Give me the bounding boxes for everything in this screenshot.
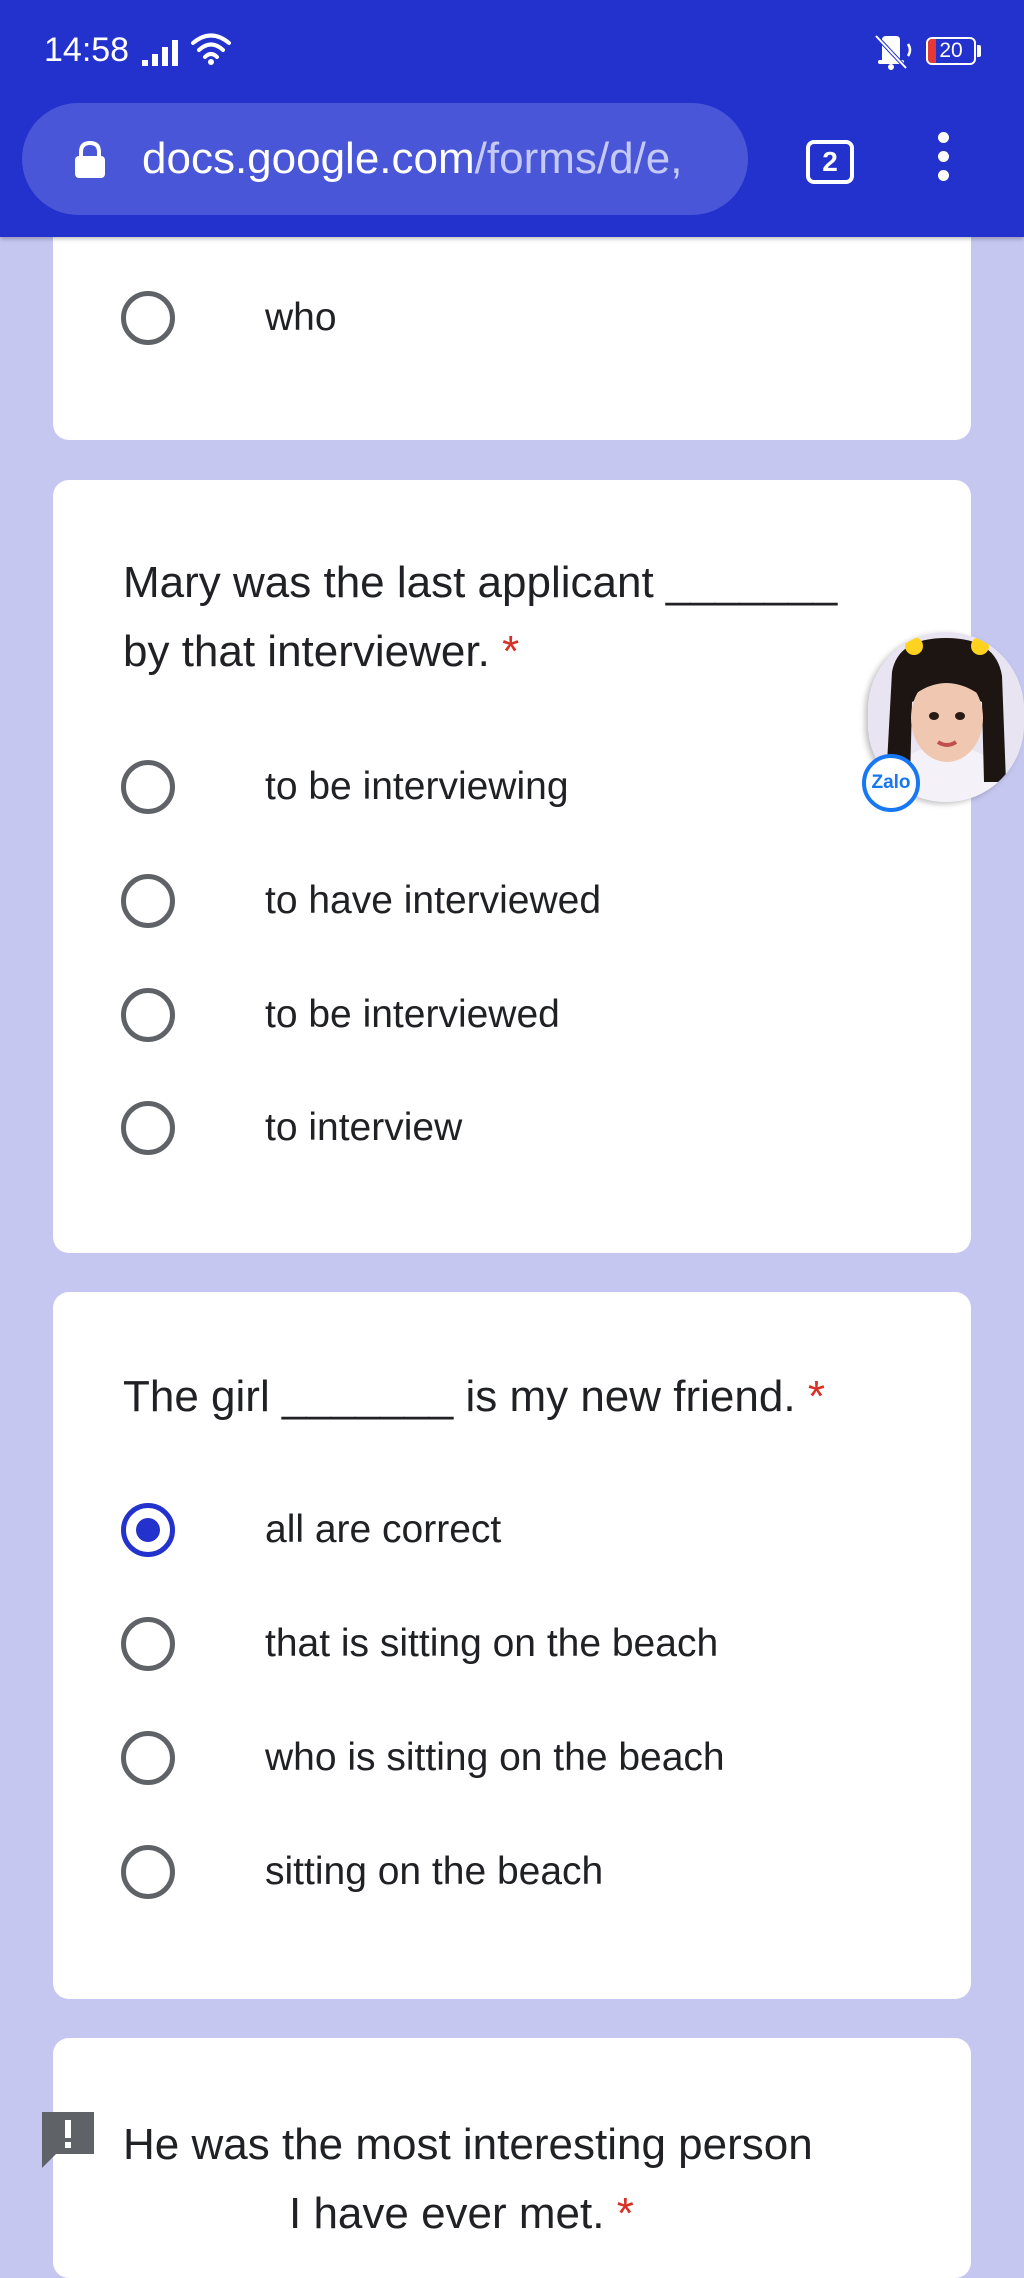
status-bar: 14:58 20 — [0, 0, 1024, 100]
radio-button[interactable] — [121, 1101, 175, 1155]
radio-button[interactable] — [121, 1845, 175, 1899]
question-title: The girl _______ is my new friend. * — [123, 1362, 923, 1431]
option-that-is-sitting[interactable]: that is sitting on the beach — [121, 1614, 881, 1674]
option-who[interactable]: who — [121, 288, 881, 348]
option-label: to be interviewed — [265, 993, 560, 1036]
lock-icon[interactable] — [74, 141, 106, 179]
question-card-interesting-person: He was the most interesting person I hav… — [53, 2038, 971, 2278]
required-asterisk: * — [807, 1372, 825, 1421]
radio-button[interactable] — [121, 988, 175, 1042]
question-card-girl: The girl _______ is my new friend. * all… — [53, 1292, 971, 1999]
radio-button[interactable] — [121, 760, 175, 814]
radio-button[interactable] — [121, 874, 175, 928]
option-label: who — [265, 296, 337, 339]
question-text-line2: by that interviewer. — [123, 627, 490, 676]
option-label: to interview — [265, 1106, 463, 1149]
question-text: The girl _______ is my new friend. — [123, 1372, 796, 1421]
question-text-line1: He was the most interesting person — [123, 2120, 813, 2169]
option-label: to be interviewing — [265, 765, 569, 808]
battery-indicator: 20 — [926, 37, 976, 65]
required-asterisk: * — [616, 2189, 634, 2238]
url-text[interactable]: docs.google.com/forms/d/e, — [142, 133, 738, 185]
option-sitting-on-the-beach[interactable]: sitting on the beach — [121, 1842, 881, 1902]
status-time: 14:58 — [44, 31, 130, 69]
report-issue-icon[interactable] — [38, 2108, 98, 2170]
zalo-chat-head[interactable]: Zalo — [862, 632, 1024, 812]
required-asterisk: * — [502, 627, 520, 676]
address-bar[interactable]: docs.google.com/forms/d/e, — [22, 103, 748, 215]
option-to-have-interviewed[interactable]: to have interviewed — [121, 871, 881, 931]
radio-button[interactable] — [121, 1617, 175, 1671]
url-host: docs.google.com — [142, 134, 475, 183]
option-label: to have interviewed — [265, 879, 602, 922]
question-title: Mary was the last applicant _______ by t… — [123, 548, 923, 686]
question-text-line2: I have ever met. — [289, 2189, 605, 2238]
option-label: that is sitting on the beach — [265, 1622, 719, 1665]
radio-button[interactable] — [121, 291, 175, 345]
option-label: all are correct — [265, 1508, 502, 1551]
tab-switcher-button[interactable]: 2 — [806, 140, 854, 184]
question-text-line1: Mary was the last applicant _______ — [123, 558, 838, 607]
option-label: who is sitting on the beach — [265, 1736, 725, 1779]
vibrate-mute-icon — [874, 34, 912, 70]
zalo-app-badge: Zalo — [862, 754, 920, 812]
option-all-are-correct[interactable]: all are correct — [121, 1500, 881, 1560]
radio-button[interactable] — [121, 1731, 175, 1785]
option-label: sitting on the beach — [265, 1850, 604, 1893]
question-title: He was the most interesting person I hav… — [123, 2110, 923, 2248]
option-to-be-interviewing[interactable]: to be interviewing — [121, 757, 881, 817]
url-path: /forms/d/e, — [474, 134, 683, 183]
battery-level: 20 — [939, 39, 963, 62]
option-who-is-sitting[interactable]: who is sitting on the beach — [121, 1728, 881, 1788]
cellular-signal-icon — [142, 40, 178, 66]
radio-button-selected[interactable] — [121, 1503, 175, 1557]
option-to-be-interviewed[interactable]: to be interviewed — [121, 985, 881, 1045]
question-card-applicant: Mary was the last applicant _______ by t… — [53, 480, 971, 1253]
more-options-icon[interactable] — [926, 132, 960, 192]
wifi-icon — [191, 33, 231, 65]
option-to-interview[interactable]: to interview — [121, 1098, 881, 1158]
battery-tip — [977, 45, 981, 57]
browser-toolbar: 14:58 20 docs.google.com/forms/d/e, 2 — [0, 0, 1024, 237]
